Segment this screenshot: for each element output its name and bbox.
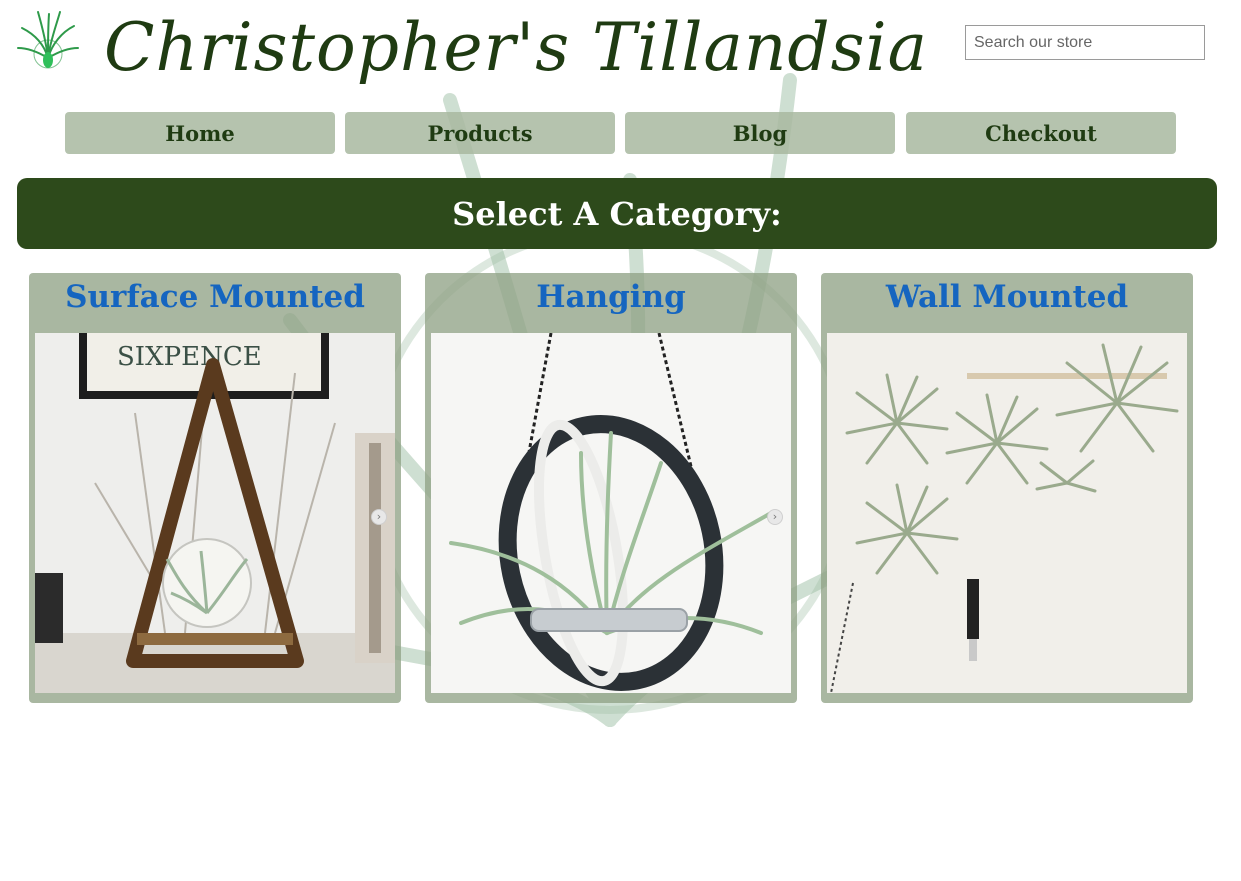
tillandsia-logo-icon[interactable] xyxy=(16,8,80,72)
hanging-ring-air-plant-image[interactable]: › xyxy=(431,333,791,693)
nav-products-button[interactable]: Products xyxy=(345,112,615,154)
category-card-surface-mounted[interactable]: Surface Mounted SIXPENCE › xyxy=(29,273,401,703)
category-heading-bar: Select A Category: xyxy=(17,178,1217,249)
triangle-stand-terrarium-image[interactable]: SIXPENCE › xyxy=(35,333,395,693)
next-slide-icon[interactable]: › xyxy=(371,509,387,525)
main-nav: Home Products Blog Checkout xyxy=(65,112,1176,154)
wall-air-plants-image[interactable] xyxy=(827,333,1187,693)
svg-text:SIXPENCE: SIXPENCE xyxy=(117,342,262,372)
nav-checkout-button[interactable]: Checkout xyxy=(906,112,1176,154)
next-slide-icon[interactable]: › xyxy=(767,509,783,525)
category-card-title[interactable]: Wall Mounted xyxy=(821,279,1193,315)
category-card-hanging[interactable]: Hanging › xyxy=(425,273,797,703)
category-heading: Select A Category: xyxy=(452,194,782,233)
search-input[interactable] xyxy=(965,25,1205,60)
category-card-title[interactable]: Surface Mounted xyxy=(29,279,401,315)
site-header: Christopher's Tillandsia xyxy=(0,0,1241,100)
nav-home-button[interactable]: Home xyxy=(65,112,335,154)
site-brand-title[interactable]: Christopher's Tillandsia xyxy=(104,8,928,88)
category-card-wall-mounted[interactable]: Wall Mounted xyxy=(821,273,1193,703)
category-card-title[interactable]: Hanging xyxy=(425,279,797,315)
nav-blog-button[interactable]: Blog xyxy=(625,112,895,154)
